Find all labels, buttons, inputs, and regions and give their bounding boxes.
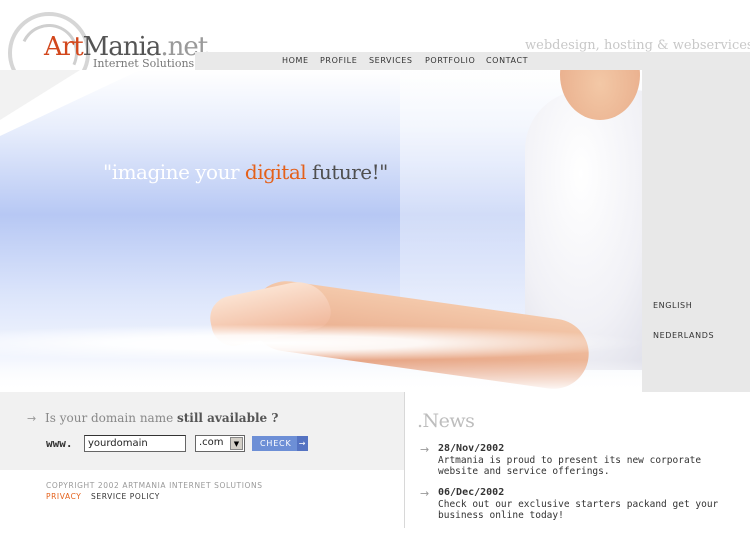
service-policy-link[interactable]: SERVICE POLICY [91,492,160,501]
domain-question: Is your domain name still available ? [45,411,278,425]
logo-art: Art [44,32,84,62]
nav-contact[interactable]: CONTACT [486,56,528,65]
tld-select[interactable]: .com ▼ [195,435,245,452]
copyright-text: COPYRIGHT 2002 ARTMANIA INTERNET SOLUTIO… [46,481,263,490]
logo-subtitle: Internet Solutions [93,57,195,70]
tagline: webdesign, hosting & webservices [525,38,750,53]
check-button-label: CHECK [260,439,292,448]
slogan-part1: "imagine your [103,160,245,184]
nav-profile[interactable]: PROFILE [320,56,357,65]
news-date: 28/Nov/2002 [438,443,505,454]
nav-home[interactable]: HOME [282,56,309,65]
check-button[interactable]: CHECK → [252,436,308,451]
slogan-digital: digital [244,160,307,184]
news-heading: .News [417,410,475,432]
hero-corner-shade [0,70,80,120]
privacy-link[interactable]: PRIVACY [46,492,81,501]
hero-light-beam [0,325,640,361]
side-panel: ENGLISH NEDERLANDS [642,70,750,392]
domain-question-part1: Is your domain name [45,411,177,425]
arrow-bullet-icon: → [27,412,37,425]
hero-bottom-fade [0,360,642,392]
tld-selected-value: .com [199,437,224,448]
main-nav: HOME PROFILE SERVICES PORTFOLIO CONTACT [195,52,750,70]
domain-check-panel: → Is your domain name still available ? … [0,392,404,470]
domain-input[interactable] [84,435,186,452]
lang-nederlands[interactable]: NEDERLANDS [653,331,714,340]
nav-portfolio[interactable]: PORTFOLIO [425,56,475,65]
news-text: Artmania is proud to present its new cor… [438,455,702,477]
section-divider [404,392,405,528]
domain-question-part2: still available ? [177,411,279,425]
slogan-part3: future!" [306,160,388,184]
lang-english[interactable]: ENGLISH [653,301,692,310]
news-date: 06/Dec/2002 [438,487,505,498]
hero-banner: "imagine your digital future!" [0,70,642,392]
header: ArtMania.net Internet Solutions webdesig… [0,0,750,94]
www-label: www. [46,437,73,450]
hero-slogan: "imagine your digital future!" [103,160,388,184]
news-text: Check out our exclusive starters packand… [438,499,719,521]
arrow-bullet-icon: → [420,443,430,456]
chevron-down-icon[interactable]: ▼ [230,437,243,450]
nav-services[interactable]: SERVICES [369,56,413,65]
arrow-right-icon: → [297,436,308,451]
arrow-bullet-icon: → [420,487,430,500]
